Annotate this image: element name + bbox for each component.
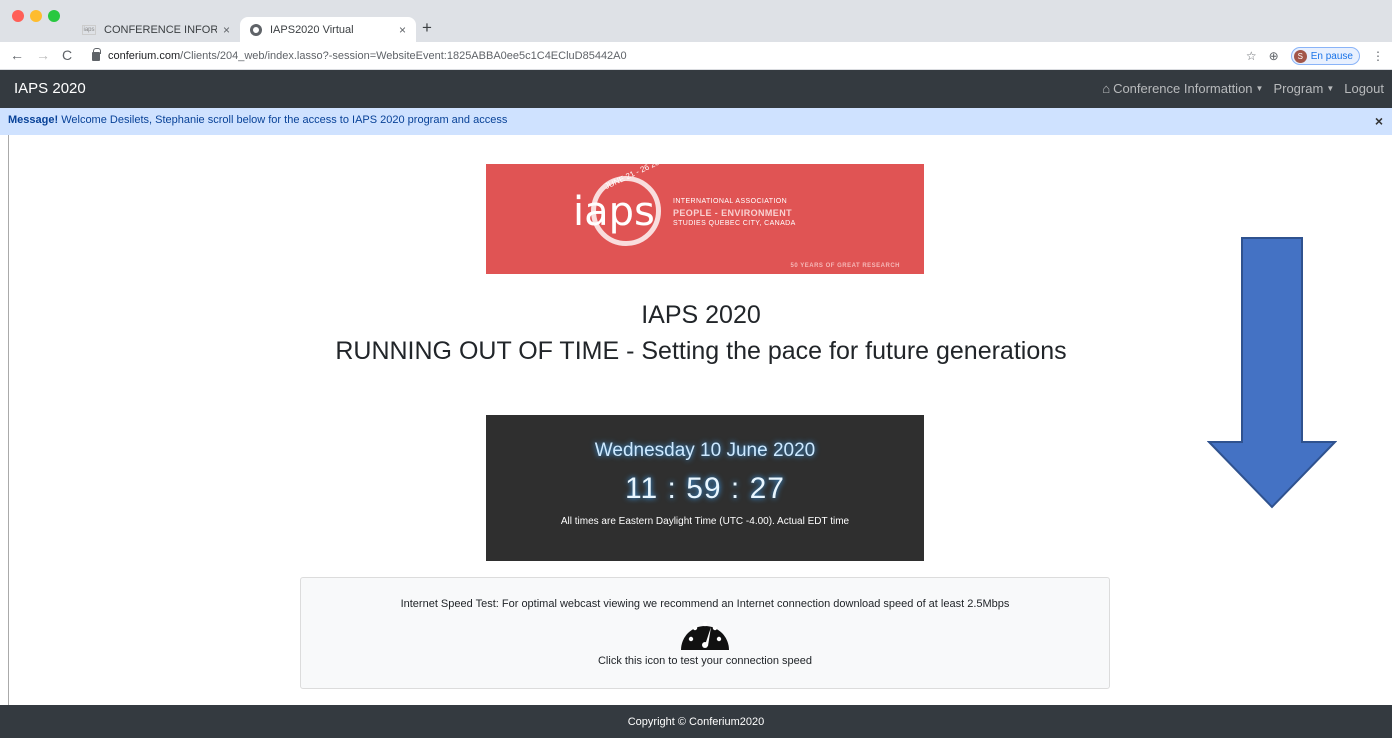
speed-test-panel: Internet Speed Test: For optimal webcast… [300, 577, 1110, 689]
tab-conference-information[interactable]: iaps CONFERENCE INFORMATION | × [72, 17, 240, 42]
url-input[interactable]: conferium.com /Clients/204_web/index.las… [92, 46, 1212, 66]
extension-icon[interactable]: ⊕ [1269, 49, 1279, 63]
speedometer-icon[interactable] [678, 615, 732, 653]
copyright-text: Copyright © Conferium2020 [627, 716, 765, 728]
speed-test-cta[interactable]: Click this icon to test your connection … [301, 655, 1109, 667]
tab-title: CONFERENCE INFORMATION | [104, 23, 217, 36]
alert-close-button[interactable]: × [1375, 113, 1383, 129]
banner-line3: STUDIES QUEBEC CITY, CANADA [673, 220, 796, 227]
nav-conference-information[interactable]: ⌂ Conference Informattion ▼ [1102, 81, 1263, 96]
site-brand[interactable]: IAPS 2020 [14, 80, 86, 97]
logo-letters: iaps [573, 189, 655, 235]
banner-line2: PEOPLE - ENVIRONMENT [673, 208, 793, 218]
browser-tab-bar: iaps CONFERENCE INFORMATION | × IAPS2020… [0, 0, 1392, 42]
clock-panel: Wednesday 10 June 2020 11 : 59 : 27 All … [486, 415, 924, 561]
iaps-banner: iaps JUNE 21 - 26 2020 INTERNATIONAL ASS… [486, 164, 924, 274]
nav-label: Logout [1344, 81, 1384, 96]
tab-title: IAPS2020 Virtual [270, 23, 354, 36]
profile-button[interactable]: S En pause [1290, 47, 1360, 65]
menu-dots-icon[interactable]: ⋮ [1372, 49, 1384, 63]
caret-down-icon: ▼ [1326, 84, 1335, 93]
nav-label: Program [1273, 81, 1324, 96]
clock-time: 11 : 59 : 27 [625, 472, 785, 505]
reload-icon[interactable]: C [62, 47, 72, 63]
star-icon[interactable]: ☆ [1246, 49, 1257, 63]
back-arrow-icon[interactable]: ← [10, 47, 24, 63]
maximize-window-button[interactable] [48, 10, 60, 22]
forward-arrow-icon[interactable]: → [36, 47, 50, 63]
caret-down-icon: ▼ [1255, 84, 1264, 93]
close-window-button[interactable] [12, 10, 24, 22]
main-content: iaps JUNE 21 - 26 2020 INTERNATIONAL ASS… [8, 135, 1392, 705]
tab-close-icon[interactable]: × [399, 23, 406, 37]
address-bar: ← → C conferium.com /Clients/204_web/ind… [0, 42, 1392, 70]
avatar: S [1293, 49, 1307, 63]
page-title: IAPS 2020 [641, 301, 761, 329]
timezone-note: All times are Eastern Daylight Time (UTC… [560, 516, 850, 527]
nav-program[interactable]: Program ▼ [1273, 81, 1334, 96]
alert-text: Welcome Desilets, Stephanie scroll below… [58, 114, 508, 126]
tab-close-icon[interactable]: × [223, 23, 230, 37]
lock-icon [92, 47, 101, 61]
globe-icon [250, 23, 262, 36]
iaps-favicon-icon: iaps [82, 24, 96, 35]
alert-strong: Message! [8, 114, 59, 126]
banner-line1: INTERNATIONAL ASSOCIATION [673, 198, 788, 205]
page-subtitle: RUNNING OUT OF TIME - Setting the pace f… [335, 337, 1067, 365]
down-arrow-icon [1207, 237, 1337, 509]
url-host: conferium.com [108, 50, 181, 62]
tab-iaps2020-virtual[interactable]: IAPS2020 Virtual × [240, 17, 416, 42]
speed-test-message: Internet Speed Test: For optimal webcast… [400, 598, 1010, 610]
profile-label: En pause [1310, 50, 1353, 62]
home-icon: ⌂ [1102, 81, 1111, 96]
welcome-alert: Message! Welcome Desilets, Stephanie scr… [0, 108, 1392, 135]
footer: Copyright © Conferium2020 [0, 705, 1392, 738]
nav-logout[interactable]: Logout [1344, 81, 1384, 96]
new-tab-button[interactable]: + [422, 18, 432, 38]
site-navbar: IAPS 2020 ⌂ Conference Informattion ▼ Pr… [0, 70, 1392, 108]
banner-tagline: 50 YEARS OF GREAT RESEARCH [790, 263, 900, 269]
minimize-window-button[interactable] [30, 10, 42, 22]
nav-label: Conference Informattion [1113, 81, 1253, 96]
url-path: /Clients/204_web/index.lasso?-session=We… [180, 50, 627, 62]
clock-date: Wednesday 10 June 2020 [594, 440, 816, 461]
